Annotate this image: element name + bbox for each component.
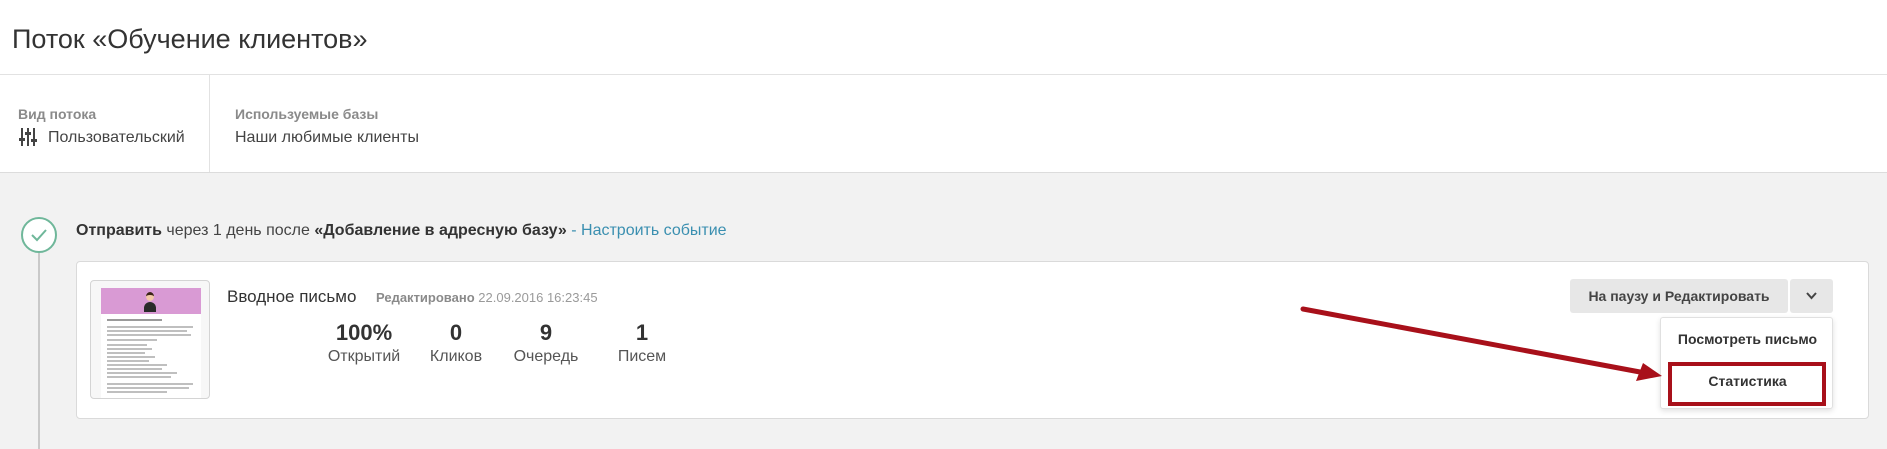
preview-text-line — [107, 364, 167, 366]
bases-block: Используемые базы Наши любимые клиенты — [210, 75, 610, 172]
bases-value: Наши любимые клиенты — [235, 129, 419, 146]
stat-label: Открытий — [327, 348, 401, 365]
letter-thumbnail[interactable] — [90, 280, 210, 399]
preview-text-line — [107, 319, 162, 321]
sliders-icon — [19, 128, 37, 146]
pause-and-edit-button[interactable]: На паузу и Редактировать — [1570, 279, 1788, 313]
letter-edited-info: Редактировано 22.09.2016 16:23:45 — [376, 290, 598, 305]
stat-clicks: 0 Кликов — [421, 320, 491, 366]
timeline-line — [38, 251, 40, 449]
stat-queue: 9 Очередь — [506, 320, 586, 366]
preview-person-image — [144, 290, 156, 312]
preview-text-line — [107, 334, 191, 336]
check-circle-icon — [21, 217, 57, 253]
stat-value: 1 — [635, 320, 649, 345]
preview-text-line — [107, 352, 145, 354]
preview-text-line — [107, 356, 155, 358]
flow-type-value: Пользовательский — [48, 129, 185, 146]
letter-preview — [101, 288, 201, 398]
stat-value: 9 — [539, 320, 553, 345]
preview-text-line — [107, 360, 149, 362]
event-description: Отправить через 1 день после «Добавление… — [76, 222, 727, 240]
preview-text-line — [107, 330, 187, 332]
flow-type-block: Вид потока Пользовательский — [0, 75, 209, 172]
preview-text-line — [107, 348, 152, 350]
stat-letters: 1 Писем — [607, 320, 677, 366]
stat-value: 100% — [335, 320, 393, 345]
preview-text-line — [107, 372, 177, 374]
event-trigger: «Добавление в адресную базу» — [314, 222, 567, 239]
preview-text-line — [107, 368, 162, 370]
configure-event-link[interactable]: - Настроить событие — [571, 222, 726, 239]
edited-label: Редактировано — [376, 290, 475, 305]
preview-text-line — [107, 326, 193, 328]
preview-text-line — [107, 344, 147, 346]
stat-value: 0 — [449, 320, 463, 345]
actions-dropdown-menu: Посмотреть письмо Статистика — [1660, 317, 1833, 409]
preview-text-line — [107, 391, 167, 393]
chevron-down-icon — [1806, 292, 1817, 300]
stat-label: Кликов — [429, 348, 483, 365]
preview-text-line — [107, 383, 193, 385]
bases-label: Используемые базы — [235, 106, 379, 122]
preview-text-line — [107, 387, 189, 389]
menu-item-view-letter[interactable]: Посмотреть письмо — [1661, 331, 1834, 347]
event-action: Отправить — [76, 222, 162, 239]
menu-item-statistics[interactable]: Статистика — [1661, 373, 1834, 389]
page-title: Поток «Обучение клиентов» — [12, 24, 368, 54]
flow-type-label: Вид потока — [18, 106, 97, 122]
preview-text-line — [107, 376, 171, 378]
preview-text-line — [107, 339, 157, 341]
stat-label: Очередь — [513, 348, 579, 365]
edited-date: 22.09.2016 16:23:45 — [478, 290, 598, 305]
actions-dropdown-button[interactable] — [1790, 279, 1833, 313]
event-delay: через 1 день после — [161, 222, 315, 239]
stat-opens: 100% Открытий — [314, 320, 414, 366]
letter-title[interactable]: Вводное письмо — [227, 287, 356, 307]
stat-label: Писем — [617, 348, 667, 365]
preview-banner — [101, 288, 201, 314]
